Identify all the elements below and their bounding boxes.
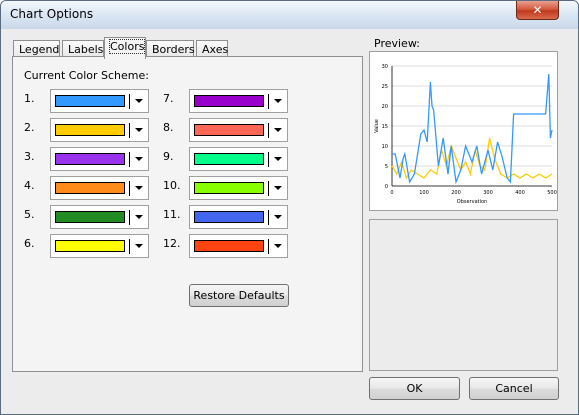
color-picker-4[interactable] xyxy=(50,176,149,200)
ok-button[interactable]: OK xyxy=(369,377,460,400)
close-button[interactable]: ✕ xyxy=(516,1,559,20)
x-tick-label: 100 xyxy=(419,190,429,196)
chevron-down-icon[interactable] xyxy=(274,157,282,161)
y-tick-label: 15 xyxy=(382,124,388,130)
color-picker-10[interactable] xyxy=(189,176,288,200)
color-swatch xyxy=(55,182,125,194)
color-swatch xyxy=(55,153,125,165)
color-swatch xyxy=(55,95,125,107)
chevron-down-icon[interactable] xyxy=(274,128,282,132)
color-number: 12. xyxy=(163,237,181,250)
x-tick-label: 200 xyxy=(451,190,461,196)
dropdown-separator xyxy=(129,152,130,167)
chevron-down-icon[interactable] xyxy=(135,186,143,190)
color-swatch xyxy=(194,182,264,194)
title-bar[interactable]: Chart Options ✕ xyxy=(1,1,578,29)
chevron-down-icon[interactable] xyxy=(135,99,143,103)
chart-options-dialog: Chart Options ✕ Legend Labels Colors Bor… xyxy=(0,0,579,415)
dropdown-separator xyxy=(129,123,130,138)
dropdown-separator xyxy=(129,210,130,225)
color-swatch xyxy=(194,240,264,252)
dropdown-separator xyxy=(129,181,130,196)
y-tick-label: 20 xyxy=(382,104,388,110)
chevron-down-icon[interactable] xyxy=(135,215,143,219)
close-icon: ✕ xyxy=(532,3,543,17)
tab-label: Colors xyxy=(108,39,146,54)
y-tick-label: 25 xyxy=(382,84,388,90)
color-picker-7[interactable] xyxy=(189,89,288,113)
color-picker-2[interactable] xyxy=(50,118,149,142)
color-picker-3[interactable] xyxy=(50,147,149,171)
preview-chart: 0510152025300 100 200 300 400 500ObservationV… xyxy=(374,64,557,205)
series-line xyxy=(391,137,553,180)
dropdown-separator xyxy=(268,239,269,254)
dropdown-separator xyxy=(268,181,269,196)
color-swatch xyxy=(194,153,264,165)
color-number: 10. xyxy=(163,179,181,192)
dropdown-separator xyxy=(268,123,269,138)
chevron-down-icon[interactable] xyxy=(135,157,143,161)
preview-label: Preview: xyxy=(374,37,420,50)
cancel-button[interactable]: Cancel xyxy=(469,377,559,400)
dropdown-separator xyxy=(268,152,269,167)
color-picker-11[interactable] xyxy=(189,205,288,229)
dropdown-separator xyxy=(129,94,130,109)
y-tick-label: 30 xyxy=(382,64,388,70)
tab-label: Labels xyxy=(68,43,104,56)
color-number: 5. xyxy=(24,208,35,221)
color-swatch xyxy=(55,240,125,252)
color-picker-8[interactable] xyxy=(189,118,288,142)
dropdown-separator xyxy=(268,94,269,109)
tab-label: Legend xyxy=(19,43,60,56)
x-tick-label: 500 xyxy=(547,190,557,196)
chevron-down-icon[interactable] xyxy=(135,128,143,132)
color-picker-1[interactable] xyxy=(50,89,149,113)
color-number: 3. xyxy=(24,150,35,163)
x-tick-label: 400 xyxy=(515,190,525,196)
color-picker-12[interactable] xyxy=(189,234,288,258)
colors-panel: Current Color Scheme: 1. 2. 3. 4. 5. 6. … xyxy=(12,56,363,372)
color-number: 6. xyxy=(24,237,35,250)
tab-label: Axes xyxy=(202,43,229,56)
y-tick-label: 10 xyxy=(382,144,388,150)
tab-colors[interactable]: Colors xyxy=(104,37,146,59)
color-number: 9. xyxy=(163,150,174,163)
x-tick-label: 0 xyxy=(390,190,393,196)
color-number: 11. xyxy=(163,208,181,221)
color-swatch xyxy=(55,124,125,136)
chevron-down-icon[interactable] xyxy=(274,244,282,248)
chevron-down-icon[interactable] xyxy=(274,215,282,219)
dropdown-separator xyxy=(129,239,130,254)
color-picker-6[interactable] xyxy=(50,234,149,258)
color-picker-5[interactable] xyxy=(50,205,149,229)
tab-label: Borders xyxy=(152,43,195,56)
color-number: 1. xyxy=(24,92,35,105)
preview-details-area xyxy=(369,219,558,371)
x-axis-label: Observation xyxy=(457,199,487,205)
x-tick-label: 300 xyxy=(483,190,493,196)
chevron-down-icon[interactable] xyxy=(135,244,143,248)
color-swatch xyxy=(194,124,264,136)
color-swatch xyxy=(55,211,125,223)
y-tick-label: 0 xyxy=(385,184,388,190)
y-axis-label: Value xyxy=(374,119,380,133)
color-picker-9[interactable] xyxy=(189,147,288,171)
chevron-down-icon[interactable] xyxy=(274,99,282,103)
color-number: 4. xyxy=(24,179,35,192)
color-number: 2. xyxy=(24,121,35,134)
restore-defaults-button[interactable]: Restore Defaults xyxy=(189,284,289,307)
dropdown-separator xyxy=(268,210,269,225)
preview-chart-frame: 0 5 10 15 20 25 30 0 100 200 300 400 500 Observation V… xyxy=(369,51,558,211)
color-number: 8. xyxy=(163,121,174,134)
dialog-client-area: Legend Labels Colors Borders Axes Curren… xyxy=(1,29,578,414)
color-swatch xyxy=(194,211,264,223)
y-tick-label: 5 xyxy=(385,164,388,170)
color-scheme-label: Current Color Scheme: xyxy=(24,69,149,82)
color-swatch xyxy=(194,95,264,107)
chevron-down-icon[interactable] xyxy=(274,186,282,190)
window-title: Chart Options xyxy=(10,7,94,21)
color-number: 7. xyxy=(163,92,174,105)
